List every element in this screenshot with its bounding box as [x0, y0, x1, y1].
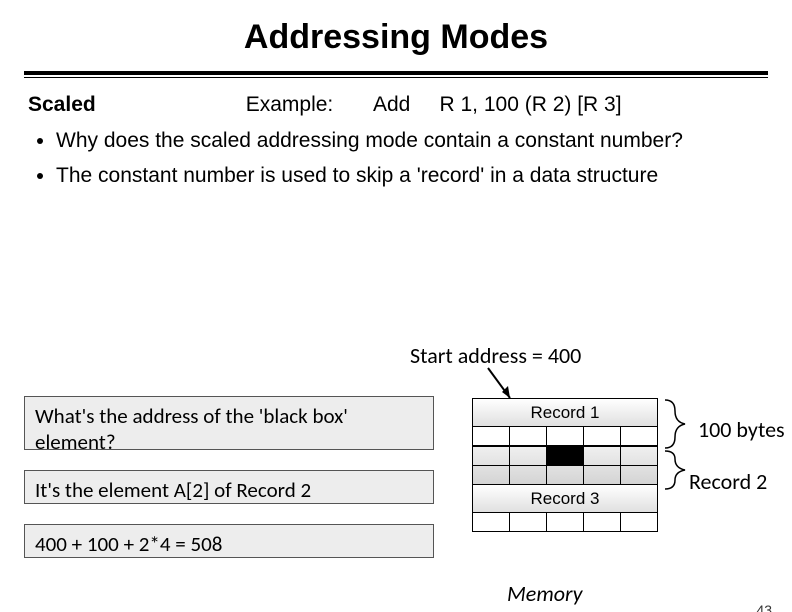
answer1-box: It's the element A[2] of Record 2: [24, 470, 434, 504]
record-2-row1: [473, 446, 657, 465]
memory-diagram: Record 1 Record 3: [472, 398, 658, 532]
title-underline: [24, 71, 768, 78]
record-1: Record 1: [472, 398, 658, 445]
record-1-label: Record 1: [473, 399, 657, 426]
brace-record2-icon: [660, 449, 690, 491]
record-2-row2: [473, 465, 657, 484]
example-prefix: Example:: [246, 90, 334, 120]
record2-annotation: Record 2: [689, 468, 767, 495]
example-body: Add R 1, 100 (R 2) [R 3]: [333, 90, 621, 120]
bullet-item: Why does the scaled addressing mode cont…: [56, 126, 764, 156]
example-line: Scaled Example: Add R 1, 100 (R 2) [R 3]: [28, 90, 764, 120]
start-address-label: Start address = 400: [410, 342, 581, 369]
bullet-item: The constant number is used to skip a 'r…: [56, 161, 764, 191]
record-2: [472, 445, 658, 484]
page-title: Addressing Modes: [0, 18, 792, 57]
page-number: 43: [756, 602, 772, 612]
black-box-cell: [547, 447, 584, 465]
record-1-cells: [473, 426, 657, 445]
arrow-icon: [478, 363, 518, 403]
brace-100bytes-icon: [660, 398, 690, 450]
record-3-label: Record 3: [473, 485, 657, 512]
record-3: Record 3: [472, 484, 658, 532]
memory-caption: Memory: [507, 580, 583, 607]
mode-name: Scaled: [28, 90, 246, 120]
bullet-list: Why does the scaled addressing mode cont…: [38, 126, 764, 191]
body-content: Scaled Example: Add R 1, 100 (R 2) [R 3]…: [28, 90, 764, 191]
record-3-cells: [473, 512, 657, 531]
question-box: What's the address of the 'black box' el…: [24, 396, 434, 450]
answer2-box: 400 + 100 + 2*4 = 508: [24, 524, 434, 558]
bytes-annotation: 100 bytes: [698, 416, 785, 443]
